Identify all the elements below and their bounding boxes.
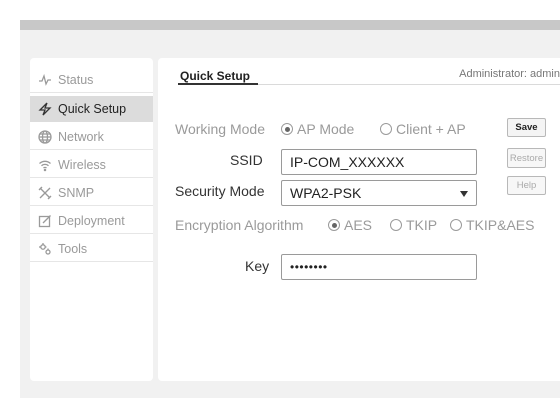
sidebar-item-tools[interactable]: Tools (30, 236, 153, 262)
radio-aes[interactable]: AES (328, 217, 372, 233)
key-input[interactable]: •••••••• (281, 254, 477, 280)
sidebar-item-label: Quick Setup (58, 102, 127, 116)
edit-icon (38, 214, 52, 228)
lightning-icon (38, 102, 52, 116)
encryption-label: Encryption Algorithm (175, 217, 304, 233)
radio-dot (328, 219, 340, 231)
radio-ap-mode[interactable]: AP Mode (281, 121, 354, 137)
radio-client-ap[interactable]: Client + AP (380, 121, 466, 137)
ssid-input[interactable]: IP-COM_XXXXXX (281, 149, 477, 175)
tools-cross-icon (38, 186, 52, 200)
radio-label: Client + AP (396, 121, 466, 137)
sidebar-item-label: Wireless (58, 157, 106, 172)
help-button[interactable]: Help (507, 176, 546, 195)
sidebar-item-label: SNMP (58, 185, 95, 200)
admin-label: Administrator: admin (459, 68, 560, 80)
gear-icon (38, 242, 52, 256)
restore-button[interactable]: Restore (507, 148, 546, 168)
radio-label: AES (344, 217, 373, 233)
sidebar-item-label: Deployment (58, 213, 125, 228)
save-button[interactable]: Save (507, 118, 546, 137)
sidebar-item-label: Network (58, 129, 104, 144)
sidebar-item-snmp[interactable]: SNMP (30, 180, 153, 206)
sidebar-item-wireless[interactable]: Wireless (30, 152, 153, 178)
tab-quick-setup[interactable]: Quick Setup (180, 69, 250, 83)
key-label: Key (245, 258, 270, 274)
security-mode-label: Security Mode (175, 183, 265, 199)
chevron-down-icon (460, 191, 468, 197)
radio-dot (281, 123, 293, 135)
sidebar-item-status[interactable]: Status (30, 67, 153, 93)
radio-label: TKIP (406, 217, 438, 233)
sidebar: Status Quick Setup Network Wireless SNMP… (30, 58, 153, 381)
sidebar-item-quick-setup[interactable]: Quick Setup (30, 96, 153, 122)
radio-tkip[interactable]: TKIP (390, 217, 437, 233)
sidebar-item-label: Tools (58, 241, 88, 256)
sidebar-item-network[interactable]: Network (30, 124, 153, 150)
sidebar-item-label: Status (58, 72, 94, 87)
tab-active-underline (178, 83, 258, 85)
wifi-icon (38, 158, 52, 172)
security-mode-select[interactable]: WPA2-PSK (281, 180, 477, 206)
radio-label: AP Mode (297, 121, 355, 137)
radio-dot (380, 123, 392, 135)
radio-tkip-aes[interactable]: TKIP&AES (450, 217, 534, 233)
top-bar (20, 20, 560, 30)
globe-icon (38, 129, 52, 144)
ssid-label: SSID (230, 152, 263, 168)
working-mode-label: Working Mode (175, 121, 266, 137)
main-panel: Quick Setup Administrator: admin Working… (158, 58, 560, 381)
radio-dot (390, 219, 402, 231)
radio-label: TKIP&AES (466, 217, 535, 233)
pulse-icon (38, 73, 52, 87)
radio-dot (450, 219, 462, 231)
sidebar-item-deployment[interactable]: Deployment (30, 208, 153, 234)
security-mode-value: WPA2-PSK (290, 185, 362, 201)
